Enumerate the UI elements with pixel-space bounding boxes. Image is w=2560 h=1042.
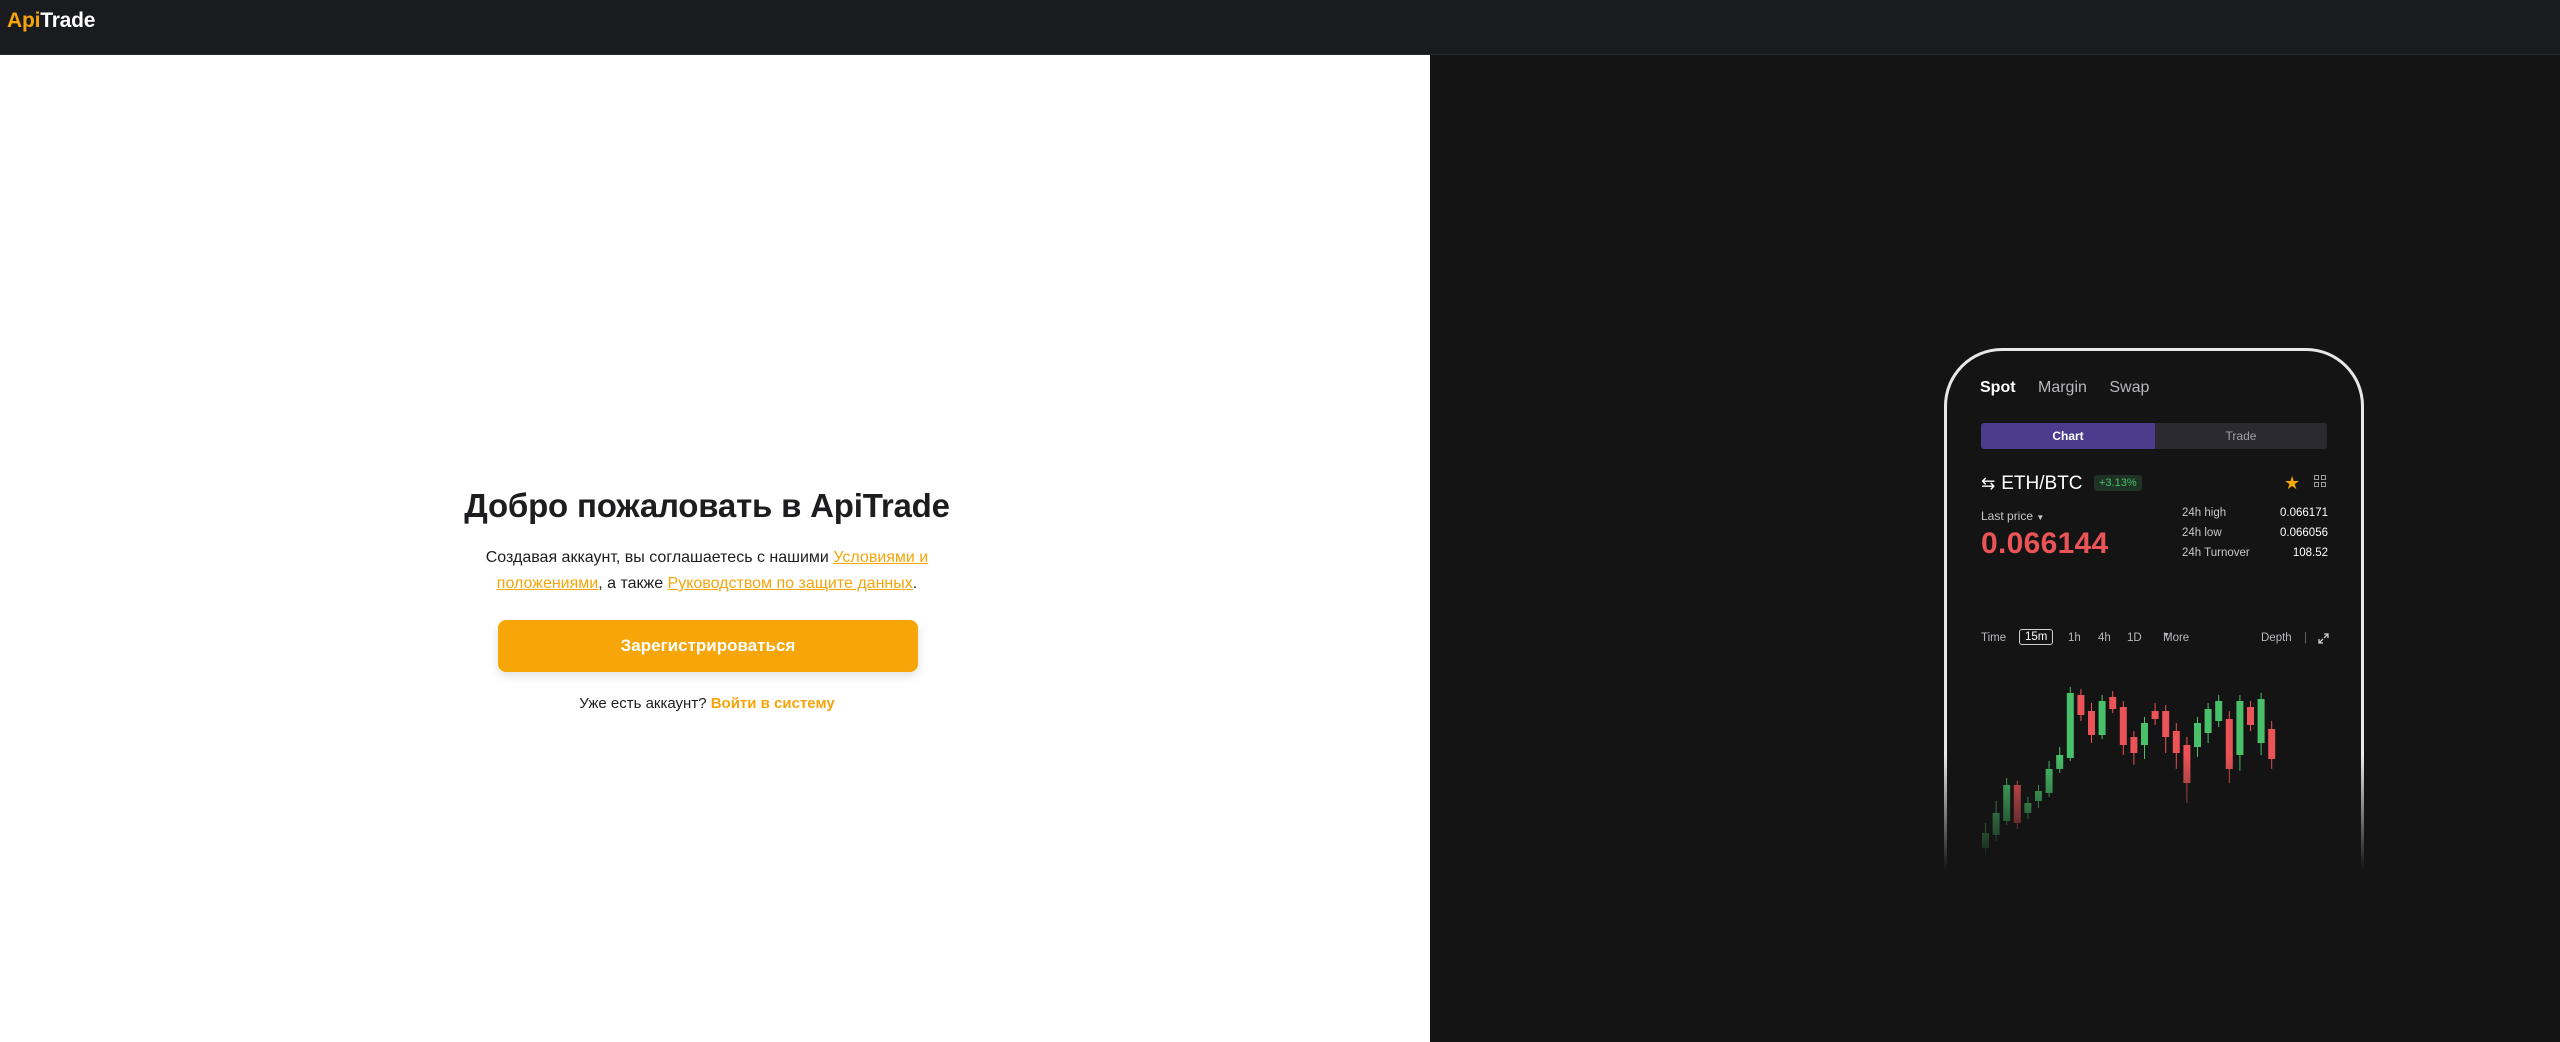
stat-row: 24h Turnover 108.52: [2182, 547, 2328, 567]
timeframe-15m: 15m: [2019, 629, 2054, 645]
signup-panel: Добро пожаловать в ApiTrade Создавая акк…: [0, 55, 1430, 1042]
stat-value: 108.52: [2292, 547, 2328, 559]
caret-down-icon: ▼: [2163, 632, 2170, 639]
candle-body: [2236, 701, 2244, 755]
segment-trade: Trade: [2225, 429, 2257, 443]
pair-name: ETH/BTC: [2001, 473, 2083, 494]
stat-value: 0.066171: [2280, 507, 2328, 519]
candle-body: [2151, 711, 2159, 719]
candle-body: [2141, 723, 2148, 745]
candle-body: [2077, 695, 2085, 715]
promo-panel: Spot Margin Swap Chart Trade ⇆ ETH/BTC +3…: [1430, 55, 2560, 1042]
phone-fade: [1940, 755, 2370, 875]
welcome-title: Добро пожаловать в ApiTrade: [464, 487, 950, 524]
stat-label: 24h low: [2182, 527, 2222, 539]
swap-arrows-icon: ⇆: [1981, 474, 1996, 493]
privacy-link[interactable]: Руководством по защите данных: [668, 575, 913, 592]
candle-body: [2172, 731, 2180, 753]
expand-icon: [2318, 633, 2329, 644]
phone-tab-margin: Margin: [2038, 379, 2087, 396]
stat-label: 24h Turnover: [2182, 547, 2250, 559]
last-price-value: 0.066144: [1981, 527, 2109, 560]
phone-tabs: Spot Margin Swap: [1980, 379, 2167, 397]
grid-icon: [2314, 475, 2327, 488]
segment-chart: Chart: [1981, 423, 2155, 449]
pair-title: ⇆ ETH/BTC: [1981, 473, 2083, 495]
candle-body: [2204, 709, 2212, 733]
candle-body: [2257, 699, 2265, 743]
change-badge: +3.13%: [2094, 475, 2142, 491]
apitrade-logo[interactable]: ApiTrade: [7, 9, 95, 33]
phone-tab-swap: Swap: [2109, 379, 2150, 396]
terms-text: Создавая аккаунт, вы соглашаетесь с наши…: [470, 545, 944, 597]
candle-body: [2247, 707, 2254, 725]
depth-label: Depth: [2261, 632, 2292, 644]
caret-down-icon: ▼: [2036, 513, 2045, 522]
login-prompt: Уже есть аккаунт? Войти в систему: [0, 695, 1414, 712]
candle-body: [2088, 711, 2095, 735]
timeframe-4h: 4h: [2098, 632, 2111, 644]
timeframe-time: Time: [1981, 632, 2007, 644]
candle-body: [2098, 701, 2106, 735]
candle-body: [2194, 723, 2201, 747]
phone-segment-control: Chart Trade: [1981, 423, 2327, 449]
divider: |: [2304, 632, 2307, 644]
candle-body: [2215, 701, 2223, 721]
terms-prefix: Создавая аккаунт, вы соглашаетесь с наши…: [485, 549, 834, 566]
stat-row: 24h low 0.066056: [2182, 527, 2328, 547]
candle-body: [2066, 693, 2074, 758]
price-stats: 24h high 0.066171 24h low 0.066056 24h Tur…: [2182, 507, 2328, 567]
last-price-label: Last price ▼: [1981, 509, 2045, 523]
timeframe-1h: 1h: [2068, 632, 2081, 644]
login-link[interactable]: Войти в систему: [711, 695, 835, 712]
timeframe-1d: 1D: [2127, 632, 2142, 644]
terms-middle: , а также: [598, 575, 668, 592]
candle-body: [2162, 711, 2170, 737]
phone-tab-spot: Spot: [1980, 379, 2016, 396]
star-icon: ★: [2284, 473, 2301, 493]
have-account-text: Уже есть аккаунт?: [579, 695, 711, 712]
candle-body: [2109, 697, 2117, 709]
top-bar: ApiTrade: [0, 0, 2560, 55]
logo-part-api: Api: [7, 9, 41, 32]
register-button[interactable]: Зарегистрироваться: [498, 620, 918, 672]
logo-part-trade: Trade: [40, 9, 96, 32]
stat-label: 24h high: [2182, 507, 2227, 519]
stat-row: 24h high 0.066171: [2182, 507, 2328, 527]
candle-body: [2119, 707, 2127, 745]
candle-body: [2130, 737, 2138, 753]
stat-value: 0.066056: [2280, 527, 2328, 539]
terms-suffix: .: [912, 575, 918, 592]
